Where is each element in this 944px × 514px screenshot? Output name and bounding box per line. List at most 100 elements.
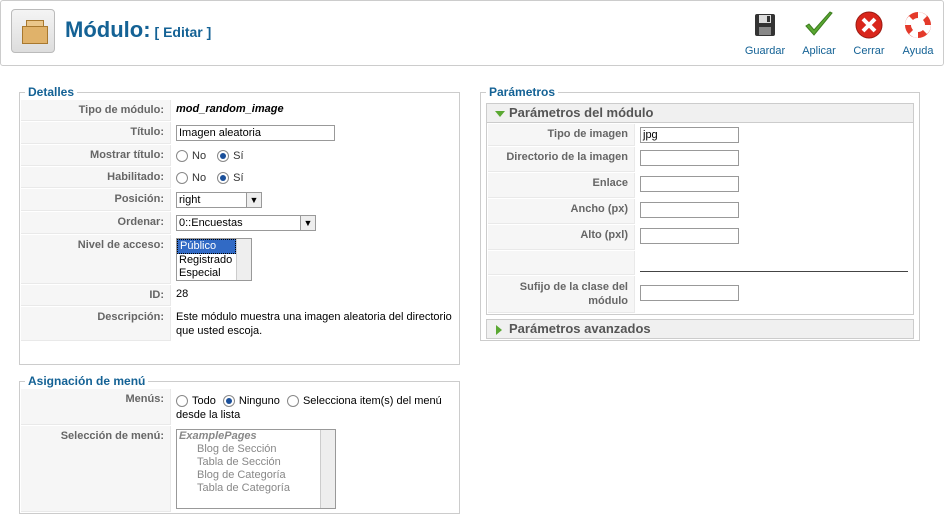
lifebuoy-icon: [902, 9, 934, 41]
link-input[interactable]: [640, 176, 739, 192]
menus-label: Menús:: [21, 389, 171, 425]
position-label: Posición:: [21, 189, 171, 211]
module-params-title: Parámetros del módulo: [509, 105, 654, 120]
image-type-input[interactable]: jpg: [640, 127, 739, 143]
menu-assignment-legend: Asignación de menú: [28, 374, 146, 388]
save-button[interactable]: Guardar: [740, 9, 790, 57]
enabled-no-radio[interactable]: [176, 172, 188, 185]
menu-selection-label: Selección de menú:: [21, 426, 171, 512]
menu-selection-listbox[interactable]: ExamplePages Blog de Sección Tabla de Se…: [176, 429, 336, 509]
position-select[interactable]: right ▼: [176, 192, 262, 208]
chevron-down-icon: ▼: [246, 193, 261, 207]
menus-select-radio[interactable]: [286, 395, 299, 408]
floppy-disk-icon: [749, 9, 781, 41]
apply-button[interactable]: Aplicar: [794, 9, 844, 57]
page-title: Módulo:[ Editar ]: [65, 17, 212, 42]
menu-item[interactable]: Tabla de Categoría: [177, 482, 335, 495]
row-height: Alto (pxl): [488, 225, 912, 250]
menu-item[interactable]: Tabla de Sección: [177, 456, 335, 469]
row-menu-selection: Selección de menú: ExamplePages Blog de …: [21, 426, 458, 512]
row-link: Enlace: [488, 173, 912, 198]
order-label: Ordenar:: [21, 212, 171, 234]
module-type-value: mod_random_image: [176, 103, 284, 115]
row-width: Ancho (px): [488, 199, 912, 224]
module-params-table: Tipo de imagen jpg Directorio de la imag…: [487, 123, 913, 314]
row-id: ID: 28: [21, 285, 458, 306]
checkmark-icon: [803, 9, 835, 41]
menus-all-label: Todo: [192, 395, 216, 407]
details-table: Tipo de módulo: mod_random_image Título:…: [20, 99, 459, 342]
show-title-no-radio[interactable]: [176, 150, 188, 163]
chevron-down-icon: ▼: [300, 216, 315, 230]
close-icon: [853, 9, 885, 41]
id-label: ID:: [21, 285, 171, 306]
row-title: Título: Imagen aleatoria: [21, 122, 458, 144]
details-panel: Detalles Tipo de módulo: mod_random_imag…: [19, 85, 460, 365]
access-option-special[interactable]: Especial: [177, 267, 236, 280]
width-label: Ancho (px): [488, 199, 635, 224]
access-option-registered[interactable]: Registrado: [177, 254, 236, 267]
menu-item[interactable]: Blog de Sección: [177, 443, 335, 456]
order-select[interactable]: 0::Encuestas ▼: [176, 215, 316, 231]
access-label: Nivel de acceso:: [21, 235, 171, 284]
enabled-label: Habilitado:: [21, 167, 171, 188]
row-spacer: [488, 251, 912, 275]
title-label: Título:: [21, 122, 171, 144]
row-image-type: Tipo de imagen jpg: [488, 124, 912, 146]
show-title-yes-label: Sí: [233, 150, 244, 162]
module-params-toggle[interactable]: Parámetros del módulo: [486, 103, 914, 123]
enabled-no-label: No: [192, 172, 207, 184]
show-title-yes-radio[interactable]: [217, 150, 230, 163]
row-suffix: Sufijo de la clase del módulo: [488, 276, 912, 313]
menus-all-radio[interactable]: [176, 395, 188, 408]
menu-assignment-table: Menús: Todo Ninguno Selecciona item(s) d…: [20, 388, 459, 513]
separator-line: [640, 271, 908, 272]
row-order: Ordenar: 0::Encuestas ▼: [21, 212, 458, 234]
advanced-params-toggle[interactable]: Parámetros avanzados: [486, 319, 914, 339]
row-position: Posición: right ▼: [21, 189, 458, 211]
show-title-no-label: No: [192, 150, 207, 162]
expanded-arrow-icon: [495, 111, 505, 117]
title-input[interactable]: Imagen aleatoria: [176, 125, 335, 141]
row-enabled: Habilitado: No Sí: [21, 167, 458, 188]
image-dir-label: Directorio de la imagen: [488, 147, 635, 172]
access-option-public[interactable]: Público: [177, 239, 236, 254]
access-scrollbar[interactable]: [236, 239, 251, 280]
save-label: Guardar: [744, 45, 786, 57]
row-show-title: Mostrar título: No Sí: [21, 145, 458, 166]
module-params-body: Tipo de imagen jpg Directorio de la imag…: [486, 123, 914, 315]
suffix-input[interactable]: [640, 285, 739, 301]
row-access: Nivel de acceso: Público Registrado Espe…: [21, 235, 458, 284]
menu-assignment-panel: Asignación de menú Menús: Todo Ninguno S…: [19, 374, 460, 514]
menu-item[interactable]: Blog de Categoría: [177, 469, 335, 482]
details-legend: Detalles: [28, 85, 75, 99]
menus-none-radio[interactable]: [222, 395, 235, 408]
image-dir-input[interactable]: [640, 150, 739, 166]
parameters-legend: Parámetros: [489, 85, 556, 99]
toolbar: Módulo:[ Editar ] Guardar Aplicar Cerrar…: [0, 0, 944, 66]
menu-selection-scrollbar[interactable]: [320, 430, 335, 508]
close-button[interactable]: Cerrar: [844, 9, 894, 57]
height-label: Alto (pxl): [488, 225, 635, 250]
enabled-yes-radio[interactable]: [217, 172, 230, 185]
close-label: Cerrar: [853, 45, 885, 57]
help-label: Ayuda: [902, 45, 934, 57]
id-value: 28: [176, 288, 189, 300]
link-label: Enlace: [488, 173, 635, 198]
row-module-type: Tipo de módulo: mod_random_image: [21, 100, 458, 121]
menu-group-examplepages: ExamplePages: [179, 430, 257, 442]
collapsed-arrow-icon: [496, 325, 502, 335]
apply-label: Aplicar: [802, 45, 836, 57]
row-description: Descripción: Este módulo muestra una ima…: [21, 307, 458, 341]
module-icon: [11, 9, 55, 53]
show-title-label: Mostrar título:: [21, 145, 171, 166]
access-listbox[interactable]: Público Registrado Especial: [176, 238, 252, 281]
page-subtitle: [ Editar ]: [154, 24, 212, 40]
enabled-yes-label: Sí: [233, 172, 244, 184]
menus-none-label: Ninguno: [238, 395, 280, 407]
width-input[interactable]: [640, 202, 739, 218]
help-button[interactable]: Ayuda: [893, 9, 943, 57]
height-input[interactable]: [640, 228, 739, 244]
row-menus: Menús: Todo Ninguno Selecciona item(s) d…: [21, 389, 458, 425]
description-value: Este módulo muestra una imagen aleatoria…: [176, 311, 452, 337]
